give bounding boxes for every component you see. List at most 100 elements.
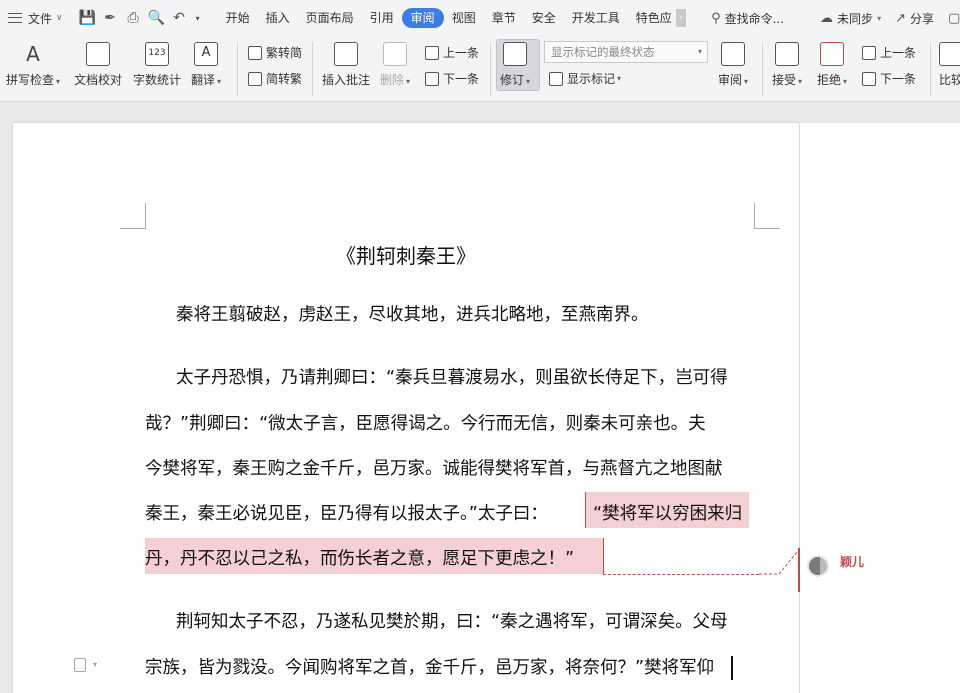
track-changes-icon [503, 42, 528, 66]
tab-references[interactable]: 引用 [362, 8, 402, 28]
document-outline-icon[interactable] [74, 658, 86, 672]
insert-comment-button[interactable]: 插入批注 [322, 42, 370, 88]
delete-comment-label: 删除 [380, 73, 405, 87]
menu-icon [8, 13, 22, 23]
simp-to-trad-button[interactable]: 简转繁 [248, 70, 302, 87]
doc-proofread-label: 文档校对 [74, 73, 123, 87]
chevron-down-icon: ∨ [56, 13, 63, 23]
doc-proofread-icon [86, 42, 110, 66]
translate-button[interactable]: A 翻译 ▾ [191, 42, 221, 88]
quick-access-toolbar: 💾 ✒ ⎙ 🔍 ↶ ▾ [79, 10, 202, 27]
prev-comment-label: 上一条 [443, 46, 480, 60]
revise-button-content[interactable]: 修订 ▾ [500, 42, 530, 88]
comment-connector-angle [759, 551, 798, 575]
print-preview-icon[interactable]: 🔍 [148, 10, 165, 27]
separator [237, 42, 238, 96]
spell-check-icon: A [26, 42, 40, 66]
compare-label: 比较 [939, 73, 960, 87]
file-menu[interactable]: 文件 ∨ [8, 10, 63, 27]
delete-comment-button[interactable]: 删除 ▾ [380, 42, 410, 88]
margin-corner-mark [754, 203, 780, 229]
next-comment-button[interactable]: 下一条 [425, 70, 479, 87]
more-icon[interactable]: ▢ [948, 11, 960, 26]
compare-button[interactable]: 比较 [939, 42, 960, 88]
accept-button[interactable]: 接受 ▾ [772, 42, 802, 88]
accept-icon [775, 42, 800, 66]
margin-corner-mark [120, 203, 146, 229]
search-icon: ⚲ [711, 10, 721, 26]
tab-section[interactable]: 章节 [484, 8, 524, 28]
next-comment-label: 下一条 [443, 72, 480, 86]
sync-status[interactable]: ☁ 未同步 ▾ [820, 10, 881, 27]
file-label: 文件 [28, 11, 53, 26]
paragraph-1: 秦将王翦破赵，虏赵王，尽收其地，进兵北略地，至燕南界。 [176, 305, 649, 325]
document-page[interactable]: 《荆轲刺秦王》 秦将王翦破赵，虏赵王，尽收其地，进兵北略地，至燕南界。 太子丹恐… [13, 123, 799, 693]
prev-change-label: 上一条 [880, 46, 917, 60]
print-icon[interactable]: ⎙ [125, 10, 142, 27]
word-count-button[interactable]: 123 字数统计 [133, 42, 181, 88]
tab-home[interactable]: 开始 [218, 8, 258, 28]
format-painter-icon[interactable]: ✒ [102, 10, 119, 27]
document-canvas: 《荆轲刺秦王》 秦将王翦破赵，虏赵王，尽收其地，进兵北略地，至燕南界。 太子丹恐… [0, 103, 960, 693]
separator [762, 42, 763, 96]
trad-to-simp-button[interactable]: 繁转简 [248, 44, 302, 61]
tab-review[interactable]: 审阅 [401, 8, 444, 28]
menu-bar: 文件 ∨ 💾 ✒ ⎙ 🔍 ↶ ▾ 开始 插入 页面布局 引用 审阅 视图 章节 … [0, 0, 960, 36]
paragraph-2-line-3: 今樊将军，秦王购之金千斤，邑万家。诚能得樊将军首，与燕督亢之地图献 [145, 459, 723, 479]
markup-display-select[interactable]: 显示标记的最终状态 ▾ [544, 41, 708, 63]
next-change-button[interactable]: 下一条 [862, 70, 916, 87]
word-count-label: 字数统计 [133, 73, 182, 87]
accept-label: 接受 [772, 73, 797, 87]
prev-change-button[interactable]: 上一条 [862, 44, 916, 61]
comment-pane: 颖儿 [798, 123, 960, 693]
share-button[interactable]: ↗ 分享 [895, 10, 934, 27]
review-label: 审阅 [718, 73, 743, 87]
separator [930, 42, 931, 96]
tab-special[interactable]: 特色应 [628, 8, 680, 28]
show-markup-button[interactable]: 显示标记 ▾ [549, 70, 621, 87]
review-pane-button[interactable]: 审阅 ▾ [718, 42, 748, 88]
reject-button[interactable]: 拒绝 ▾ [817, 42, 847, 88]
review-pane-icon [721, 42, 746, 66]
comment-author[interactable]: 颖儿 [840, 553, 864, 570]
ribbon-tabs: 开始 插入 页面布局 引用 审阅 视图 章节 安全 开发工具 特色应 › [218, 8, 686, 28]
compare-icon [939, 42, 960, 66]
prev-comment-button[interactable]: 上一条 [425, 44, 479, 61]
tab-security[interactable]: 安全 [524, 8, 564, 28]
text-cursor [731, 656, 733, 680]
simp-to-trad-icon [248, 71, 262, 86]
markup-display-value: 显示标记的最终状态 [551, 45, 655, 59]
paragraph-3-line-2: 宗族，皆为戮没。今闻购将军之首，金千斤，邑万家，将奈何？”樊将军仰 [145, 658, 715, 678]
doc-proofread-button[interactable]: 文档校对 [74, 42, 122, 88]
comment-range-end [603, 538, 604, 574]
tab-insert[interactable]: 插入 [258, 8, 298, 28]
chevron-down-icon[interactable]: ▾ [93, 660, 97, 669]
paragraph-2-line-4-part-1: 秦王，秦王必说见臣，臣乃得有以报太子。”太子曰： [145, 504, 548, 524]
tab-developer[interactable]: 开发工具 [564, 8, 628, 28]
document-title: 《荆轲刺秦王》 [336, 244, 476, 268]
tab-page-layout[interactable]: 页面布局 [298, 8, 362, 28]
save-icon[interactable]: 💾 [79, 10, 96, 27]
trad-to-simp-icon [248, 45, 262, 60]
undo-icon[interactable]: ↶ [171, 10, 188, 27]
next-change-label: 下一条 [880, 72, 917, 86]
paragraph-2-line-5: 丹，丹不忍以己之私，而伤长者之意，愿足下更虑之！” [145, 549, 575, 569]
show-markup-icon [549, 71, 563, 86]
sync-label: 未同步 [837, 11, 874, 26]
separator [490, 42, 491, 96]
avatar [807, 555, 829, 577]
tabs-scroll-right-icon[interactable]: › [675, 9, 686, 27]
comment-connector [603, 574, 759, 575]
separator [312, 42, 313, 96]
search-commands[interactable]: ⚲ 查找命令... [711, 10, 784, 27]
undo-dropdown-icon[interactable]: ▾ [194, 10, 202, 27]
chevron-down-icon: ▾ [697, 47, 702, 56]
spell-check-button[interactable]: A 拼写检查 ▾ [6, 42, 60, 88]
prev-change-icon [862, 45, 876, 60]
trad-to-simp-label: 繁转简 [266, 46, 303, 60]
translate-label: 翻译 [191, 73, 216, 87]
paragraph-3-line-1: 荆轲知太子不忍，乃遂私见樊於期，曰：“秦之遇将军，可谓深矣。父母 [176, 612, 728, 632]
translate-icon: A [194, 42, 219, 66]
reject-label: 拒绝 [817, 73, 842, 87]
tab-view[interactable]: 视图 [444, 8, 484, 28]
